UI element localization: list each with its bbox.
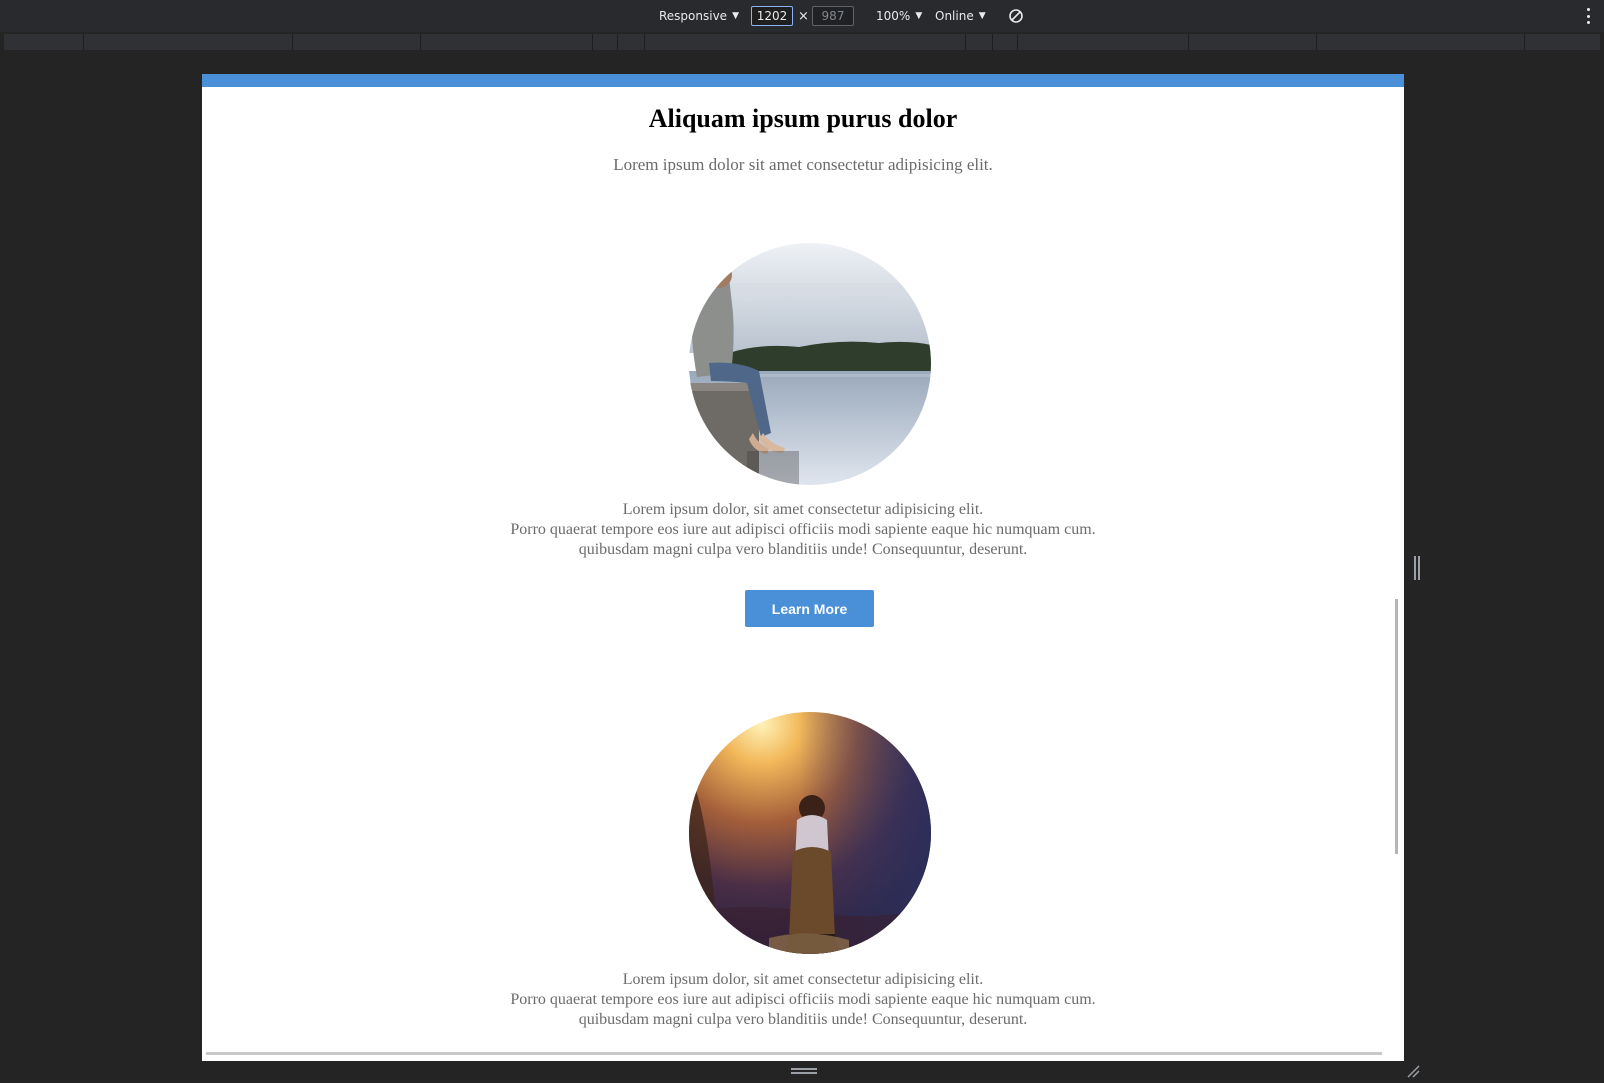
width-resize-handle[interactable] <box>1414 556 1420 580</box>
more-vert-icon[interactable] <box>1586 8 1590 24</box>
corner-resize-icon[interactable] <box>1406 1064 1420 1078</box>
zoom-caret-icon: ▼ <box>915 11 923 21</box>
media-query-segment[interactable] <box>420 34 421 50</box>
network-caret-icon: ▼ <box>978 11 986 21</box>
rotate-disabled-icon[interactable] <box>1008 0 1024 32</box>
zoom-select[interactable]: 100% ▼ <box>876 0 922 32</box>
person-in-hood-facing-canyon-sunset-photo <box>689 712 931 954</box>
media-query-segment[interactable] <box>992 34 993 50</box>
feature-line: quibusdam magni culpa vero blanditiis un… <box>578 1011 1028 1028</box>
top-accent-bar <box>202 74 1404 87</box>
media-query-segment[interactable] <box>644 34 645 50</box>
feature-description: Lorem ipsum dolor, sit amet consectetur … <box>202 970 1404 1030</box>
feature-line: Lorem ipsum dolor, sit amet consectetur … <box>622 501 984 518</box>
media-query-segment[interactable] <box>83 34 84 50</box>
feature-line: Lorem ipsum dolor, sit amet consectetur … <box>622 971 984 988</box>
media-query-segment[interactable] <box>292 34 293 50</box>
horizontal-scrollbar[interactable] <box>206 1052 1382 1055</box>
media-query-segment[interactable] <box>1524 34 1525 50</box>
network-label: Online <box>935 9 974 23</box>
width-input[interactable]: 1202 <box>751 6 793 26</box>
vertical-scrollbar[interactable] <box>1395 599 1398 854</box>
device-select[interactable]: Responsive ▼ <box>659 0 739 32</box>
device-toolbar: Responsive ▼ 1202 × 987 100% ▼ Online ▼ <box>0 0 1604 32</box>
network-throttle-select[interactable]: Online ▼ <box>935 0 986 32</box>
height-resize-handle[interactable] <box>791 1068 817 1074</box>
feature-line: quibusdam magni culpa vero blanditiis un… <box>578 541 1028 558</box>
page-subtitle: Lorem ipsum dolor sit amet consectetur a… <box>613 155 993 174</box>
device-caret-icon: ▼ <box>732 11 739 21</box>
learn-more-button[interactable]: Learn More <box>745 590 874 627</box>
media-query-segment[interactable] <box>965 34 966 50</box>
man-sitting-on-dock-by-lake-photo <box>689 243 931 485</box>
device-viewport: Aliquam ipsum purus dolor Lorem ipsum do… <box>202 74 1404 1061</box>
media-query-ruler <box>4 34 1600 50</box>
feature-line: Porro quaerat tempore eos iure aut adipi… <box>510 521 1096 538</box>
media-query-segment[interactable] <box>1017 34 1018 50</box>
height-input[interactable]: 987 <box>812 6 854 26</box>
media-query-segment[interactable] <box>592 34 593 50</box>
zoom-label: 100% <box>876 9 911 23</box>
media-query-segment[interactable] <box>617 34 618 50</box>
media-query-segment[interactable] <box>1188 34 1189 50</box>
feature-description: Lorem ipsum dolor, sit amet consectetur … <box>202 500 1404 560</box>
device-label: Responsive <box>659 9 728 23</box>
dimension-separator: × <box>798 8 809 24</box>
page-title: Aliquam ipsum purus dolor <box>648 104 958 133</box>
media-query-segment[interactable] <box>1316 34 1317 50</box>
feature-line: Porro quaerat tempore eos iure aut adipi… <box>510 991 1096 1008</box>
